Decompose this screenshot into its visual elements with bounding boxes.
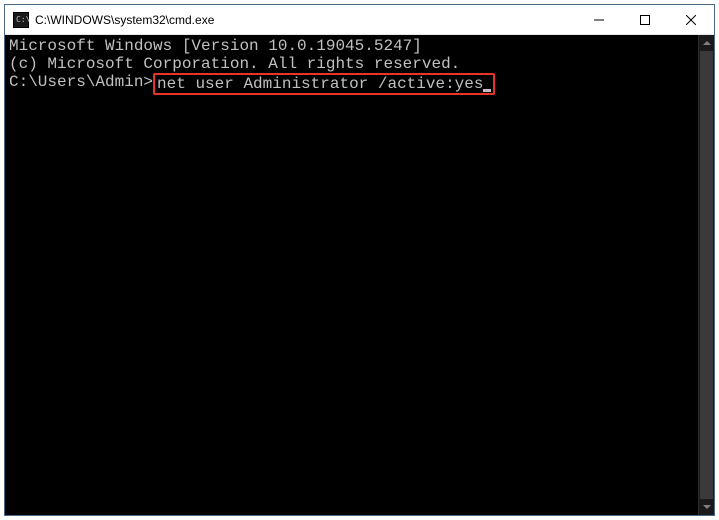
titlebar[interactable]: C:\ C:\WINDOWS\system32\cmd.exe	[5, 5, 714, 35]
cmd-window: C:\ C:\WINDOWS\system32\cmd.exe Microsof…	[4, 4, 715, 516]
banner-line-2: (c) Microsoft Corporation. All rights re…	[9, 55, 710, 73]
scrollbar-thumb[interactable]	[700, 51, 713, 499]
scroll-down-arrow[interactable]	[699, 499, 714, 515]
command-text: net user Administrator /active:yes	[157, 75, 483, 93]
window-controls	[576, 5, 714, 34]
window-title: C:\WINDOWS\system32\cmd.exe	[35, 13, 576, 27]
cursor	[483, 89, 491, 92]
minimize-button[interactable]	[576, 5, 622, 34]
terminal[interactable]: Microsoft Windows [Version 10.0.19045.52…	[5, 35, 714, 515]
scroll-up-arrow[interactable]	[699, 35, 714, 51]
cmd-icon: C:\	[13, 12, 29, 28]
close-button[interactable]	[668, 5, 714, 34]
svg-text:C:\: C:\	[16, 15, 29, 24]
prompt-text: C:\Users\Admin>	[9, 73, 153, 95]
prompt-line: C:\Users\Admin>net user Administrator /a…	[9, 73, 710, 95]
command-highlight: net user Administrator /active:yes	[153, 73, 495, 95]
banner-line-1: Microsoft Windows [Version 10.0.19045.52…	[9, 37, 710, 55]
vertical-scrollbar[interactable]	[698, 35, 714, 515]
maximize-button[interactable]	[622, 5, 668, 34]
